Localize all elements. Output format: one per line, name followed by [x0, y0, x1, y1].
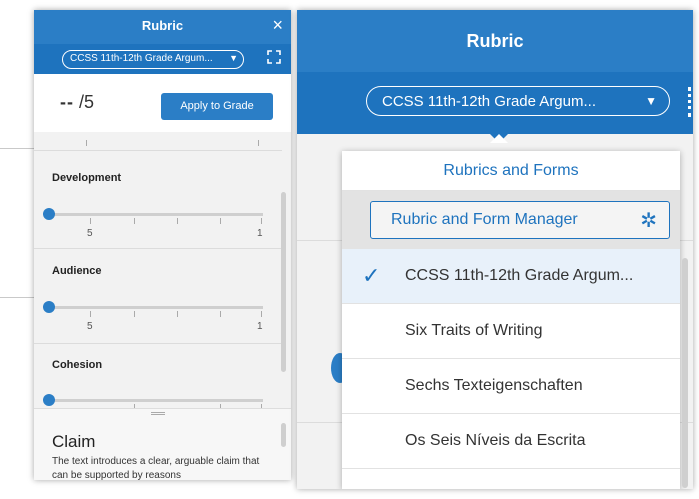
- drag-handle[interactable]: [151, 412, 165, 415]
- slider-track-cohesion[interactable]: [50, 399, 263, 402]
- overflow-icon[interactable]: [688, 87, 691, 117]
- rubric-panel-compact: Rubric × CCSS 11th-12th Grade Argum... ▼…: [34, 10, 291, 480]
- dropdown-pointer: [490, 134, 508, 143]
- description-heading: Claim: [52, 432, 96, 451]
- slider-max-label: 1: [257, 228, 263, 239]
- dropdown-item-label: Sechs Texteigenschaften: [405, 377, 583, 394]
- slider-handle-audience[interactable]: [43, 301, 55, 313]
- panel-title: Rubric: [466, 31, 524, 51]
- criterion-description-drawer: Claim The text introduces a clear, argua…: [34, 408, 291, 480]
- dropdown-item-label: Os Seis Níveis da Escrita: [405, 432, 586, 449]
- score-row: -- /5 Apply to Grade: [34, 74, 291, 132]
- background-panel-fragment: [0, 148, 36, 298]
- score-value: --: [60, 92, 74, 112]
- slider-min-label: 5: [87, 228, 93, 239]
- apply-to-grade-button[interactable]: Apply to Grade: [161, 93, 273, 120]
- slider-track-audience[interactable]: [50, 306, 263, 309]
- screenshot-stage: Rubric × CCSS 11th-12th Grade Argum... ▼…: [0, 0, 699, 499]
- score-display: -- /5: [60, 92, 94, 113]
- slider-tick: [220, 311, 221, 317]
- divider: [34, 343, 282, 344]
- scrollbar[interactable]: [682, 258, 688, 488]
- slider-handle-cohesion[interactable]: [43, 394, 55, 406]
- slider-tick: [134, 218, 135, 224]
- slider-tick: [134, 311, 135, 317]
- chevron-down-icon: ▼: [229, 53, 238, 63]
- checkmark-icon: ✓: [362, 263, 381, 288]
- slider-tick: [86, 140, 87, 146]
- description-text: The text introduces a clear, arguable cl…: [52, 456, 260, 480]
- dropdown-item[interactable]: Sechs Texteigenschaften: [342, 359, 680, 414]
- slider-handle-development[interactable]: [43, 208, 55, 220]
- close-icon[interactable]: ×: [272, 14, 283, 36]
- slider-max-label: 1: [257, 321, 263, 332]
- slider-min-label: 5: [87, 321, 93, 332]
- slider-tick: [261, 218, 262, 224]
- slider-track-development[interactable]: [50, 213, 263, 216]
- score-max: /5: [79, 92, 95, 112]
- rubric-panel-expanded: Rubric CCSS 11th-12th Grade Argum... ▼ R…: [297, 10, 693, 489]
- rubric-select-bar: CCSS 11th-12th Grade Argum... ▼: [297, 72, 693, 134]
- slider-tick: [90, 311, 91, 317]
- expand-icon[interactable]: [267, 50, 281, 67]
- criterion-label-development: Development: [52, 172, 122, 184]
- rubric-select-value: CCSS 11th-12th Grade Argum...: [70, 53, 213, 64]
- rubric-form-manager-button[interactable]: Rubric and Form Manager ✲: [370, 201, 670, 239]
- dropdown-item-label: CCSS 11th-12th Grade Argum...: [405, 267, 634, 284]
- divider: [34, 248, 282, 249]
- divider: [34, 150, 282, 151]
- dropdown-item[interactable]: Six Traits of Writing: [342, 304, 680, 359]
- chevron-down-icon: ▼: [645, 94, 657, 108]
- dropdown-item[interactable]: ✓ CCSS 11th-12th Grade Argum...: [342, 249, 680, 304]
- criterion-label-cohesion: Cohesion: [52, 359, 103, 371]
- slider-tick: [177, 218, 178, 224]
- manager-button-label: Rubric and Form Manager: [391, 211, 578, 228]
- slider-tick: [220, 218, 221, 224]
- rubric-select[interactable]: CCSS 11th-12th Grade Argum... ▼: [62, 50, 244, 69]
- scrollbar[interactable]: [281, 423, 286, 447]
- panel-header: Rubric ×: [34, 10, 291, 44]
- panel-title: Rubric: [141, 18, 184, 33]
- dropdown-item-label: Six Traits of Writing: [405, 322, 543, 339]
- criterion-label-audience: Audience: [52, 265, 102, 277]
- rubric-select[interactable]: CCSS 11th-12th Grade Argum... ▼: [366, 86, 670, 116]
- rubric-select-bar: CCSS 11th-12th Grade Argum... ▼: [34, 44, 291, 81]
- panel-header: Rubric: [297, 10, 693, 72]
- dropdown-section-title: Rubrics and Forms: [342, 151, 680, 191]
- scrollbar[interactable]: [281, 192, 286, 372]
- gear-icon: ✲: [640, 210, 657, 232]
- slider-tick: [258, 140, 259, 146]
- slider-tick: [90, 218, 91, 224]
- rubric-select-value: CCSS 11th-12th Grade Argum...: [382, 93, 596, 110]
- manager-band: Rubric and Form Manager ✲: [342, 191, 680, 249]
- dropdown-item[interactable]: Os Seis Níveis da Escrita: [342, 414, 680, 469]
- slider-tick: [177, 311, 178, 317]
- slider-tick: [261, 311, 262, 317]
- rubric-dropdown-menu: Rubrics and Forms Rubric and Form Manage…: [342, 151, 680, 489]
